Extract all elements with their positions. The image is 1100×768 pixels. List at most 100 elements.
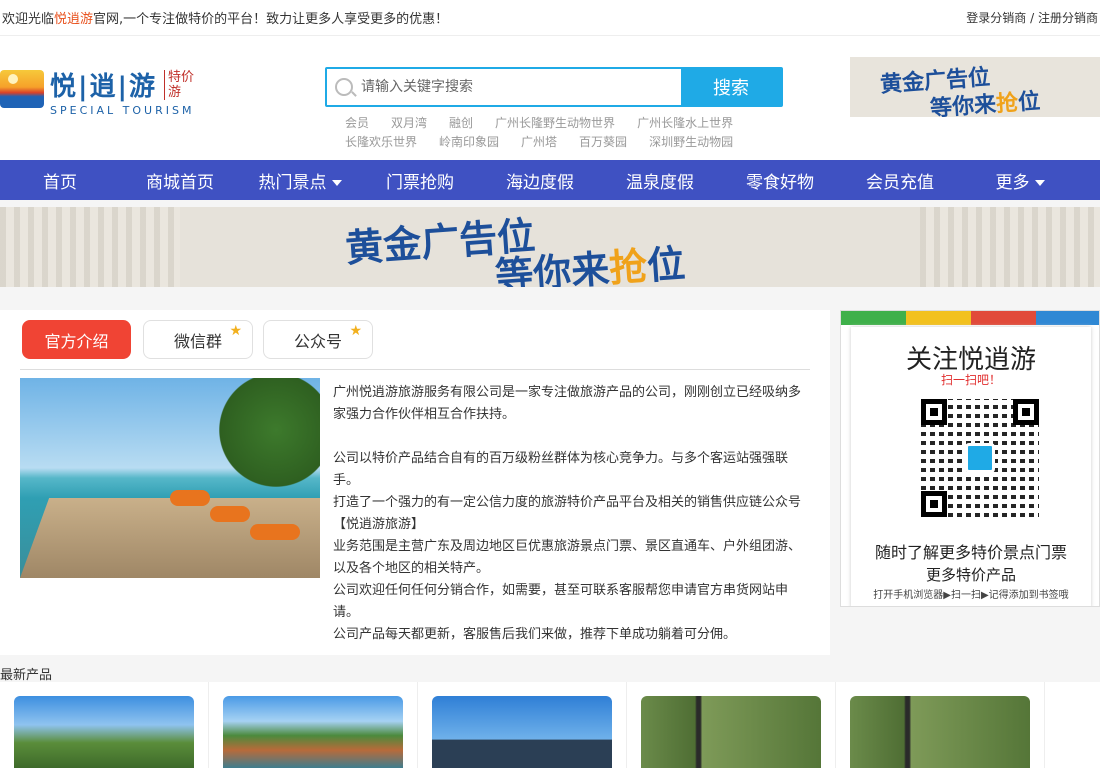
logo-name-en: SPECIAL TOURISM bbox=[50, 104, 195, 117]
resort-photo bbox=[20, 378, 320, 578]
ad-line2-c: 位 bbox=[1017, 89, 1041, 116]
nav-item-snacks[interactable]: 零食好物 bbox=[720, 168, 840, 193]
tab-label: 公众号 bbox=[293, 331, 342, 351]
nav-label: 零食好物 bbox=[746, 172, 814, 193]
distributor-links: 登录分销商 / 注册分销商 bbox=[966, 9, 1098, 26]
nav-label: 商城首页 bbox=[146, 172, 214, 193]
product-image[interactable] bbox=[223, 696, 403, 768]
tab-label: 官方介绍 bbox=[44, 331, 109, 351]
qr-finder bbox=[921, 491, 947, 517]
hot-keyword[interactable]: 百万葵园 bbox=[579, 135, 627, 149]
welcome-prefix: 欢迎光临 bbox=[2, 12, 55, 27]
lounge-chair bbox=[250, 524, 300, 540]
nav-item-hot-spring[interactable]: 温泉度假 bbox=[600, 168, 720, 193]
product-card[interactable] bbox=[418, 682, 627, 768]
header-ad-banner[interactable]: 黄金广告位 等你来抢位 bbox=[850, 57, 1100, 117]
hot-keyword[interactable]: 广州塔 bbox=[521, 135, 557, 149]
desc-paragraph: 业务范围是主营广东及周边地区巨优惠旅游景点门票、景区直通车、户外组团游、以及各个… bbox=[333, 539, 802, 576]
nav-item-seaside[interactable]: 海边度假 bbox=[480, 168, 600, 193]
banner-line2-a: 等你来 bbox=[493, 246, 611, 287]
banner-line2-c: 位 bbox=[645, 241, 687, 287]
nav-item-hot-spots[interactable]: 热门景点 bbox=[240, 168, 360, 193]
product-card[interactable] bbox=[209, 682, 418, 768]
login-distributor-link[interactable]: 登录分销商 bbox=[966, 11, 1026, 25]
hot-keyword[interactable]: 会员 bbox=[345, 116, 369, 130]
hot-keyword[interactable]: 广州长隆野生动物世界 bbox=[495, 116, 615, 130]
link-separator: / bbox=[1030, 11, 1035, 25]
desc-paragraph: 公司以特价产品结合自有的百万级粉丝群体为核心竞争力。与多个客运站强强联手。 bbox=[333, 451, 789, 488]
ad-line2-a: 等你来 bbox=[929, 92, 998, 117]
search-input[interactable] bbox=[361, 69, 681, 105]
qr-finder bbox=[1013, 399, 1039, 425]
qr-line1: 随时了解更多特价景点门票 bbox=[874, 543, 1067, 562]
welcome-brand[interactable]: 悦逍游 bbox=[54, 12, 93, 27]
hot-keyword[interactable]: 长隆欢乐世界 bbox=[345, 135, 417, 149]
nav-label: 会员充值 bbox=[866, 172, 934, 193]
qr-line2: 更多特价产品 bbox=[925, 566, 1016, 584]
welcome-text: 欢迎光临悦逍游官网,一个专注做特价的平台！致力让更多人享受更多的优惠！ bbox=[2, 8, 448, 27]
desc-paragraph: 广州悦逍游旅游服务有限公司是一家专注做旅游产品的公司，刚刚创立已经吸纳多家强力合… bbox=[333, 385, 802, 422]
star-icon: ★ bbox=[229, 323, 242, 339]
qr-card: 关注悦逍游 扫一扫吧！ 随时了解更多特价景点门票 更多特价产品 打开手机浏览器▶… bbox=[851, 327, 1091, 606]
beach-logo-icon bbox=[0, 70, 44, 108]
tab-wechat-group[interactable]: 微信群 ★ bbox=[143, 320, 253, 359]
hot-keyword[interactable]: 深圳野生动物园 bbox=[649, 135, 733, 149]
hot-keyword[interactable]: 双月湾 bbox=[391, 116, 427, 130]
nav-label: 更多 bbox=[995, 172, 1030, 193]
hot-keyword[interactable]: 广州长隆水上世界 bbox=[637, 116, 733, 130]
hot-keyword[interactable]: 岭南印象园 bbox=[439, 135, 499, 149]
nav-item-ticket-rush[interactable]: 门票抢购 bbox=[360, 168, 480, 193]
color-ribbon bbox=[841, 311, 1099, 325]
qr-scan-hint: 扫一扫吧！ bbox=[940, 373, 1001, 387]
desc-paragraph: 打造了一个强力的有一定公信力度的旅游特价产品平台及相关的销售供应链公众号【悦逍游… bbox=[333, 495, 802, 532]
logo-name-cn: 悦|逍|游 bbox=[50, 72, 157, 102]
wide-ad-banner[interactable]: 黄金广告位 等你来抢位 bbox=[0, 207, 1100, 287]
top-bar: 欢迎光临悦逍游官网,一个专注做特价的平台！致力让更多人享受更多的优惠！ 登录分销… bbox=[0, 0, 1100, 36]
register-distributor-link[interactable]: 注册分销商 bbox=[1038, 11, 1098, 25]
tab-official-intro[interactable]: 官方介绍 bbox=[22, 320, 131, 359]
qr-logo-icon bbox=[965, 443, 995, 473]
site-logo[interactable]: 悦|逍|游 特价游 SPECIAL TOURISM bbox=[0, 64, 202, 120]
product-card[interactable] bbox=[627, 682, 836, 768]
product-list bbox=[0, 682, 1100, 768]
palm-tree bbox=[210, 378, 320, 508]
qr-follow-panel: 关注悦逍游 扫一扫吧！ 随时了解更多特价景点门票 更多特价产品 打开手机浏览器▶… bbox=[840, 310, 1100, 607]
search-icon bbox=[335, 78, 353, 96]
search-box: 搜索 bbox=[325, 67, 783, 107]
nav-label: 热门景点 bbox=[258, 172, 327, 193]
hot-keywords: 会员 双月湾 融创 广州长隆野生动物世界 广州长隆水上世界 长隆欢乐世界 岭南印象园 广州塔… bbox=[345, 114, 765, 152]
header: 悦|逍|游 特价游 SPECIAL TOURISM 搜索 会员 双月湾 融创 广州长隆… bbox=[0, 36, 1100, 160]
banner-decoration bbox=[0, 207, 180, 287]
hot-keyword[interactable]: 融创 bbox=[449, 116, 473, 130]
star-icon: ★ bbox=[349, 323, 362, 339]
product-image[interactable] bbox=[432, 696, 612, 768]
company-description: 广州悦逍游旅游服务有限公司是一家专注做旅游产品的公司，刚刚创立已经吸纳多家强力合… bbox=[333, 382, 803, 646]
product-card[interactable] bbox=[0, 682, 209, 768]
nav-item-mall-home[interactable]: 商城首页 bbox=[120, 168, 240, 193]
nav-item-membership[interactable]: 会员充值 bbox=[840, 168, 960, 193]
qr-finder bbox=[921, 399, 947, 425]
lounge-chair bbox=[210, 506, 250, 522]
about-section: 官方介绍 微信群 ★ 公众号 ★ 广州悦逍游旅游服务有限公司是一家专注做旅游产品的公… bbox=[0, 310, 830, 655]
chevron-down-icon bbox=[1034, 179, 1045, 186]
divider bbox=[20, 369, 810, 370]
search-button[interactable]: 搜索 bbox=[681, 69, 781, 105]
latest-products-title: 最新产品 bbox=[0, 668, 53, 683]
chevron-down-icon bbox=[331, 179, 342, 186]
welcome-suffix: 官网,一个专注做特价的平台！致力让更多人享受更多的优惠！ bbox=[93, 12, 449, 27]
product-card[interactable] bbox=[836, 682, 1045, 768]
desc-paragraph: 公司欢迎任何任何分销合作，如需要，甚至可联系客服帮您申请官方串货网站申请。 bbox=[333, 583, 789, 620]
qr-line3: 打开手机浏览器▶扫一扫▶记得添加到书签哦 bbox=[873, 590, 1069, 601]
product-image[interactable] bbox=[14, 696, 194, 768]
tab-label: 微信群 bbox=[173, 331, 222, 351]
nav-item-more[interactable]: 更多 bbox=[960, 168, 1080, 193]
nav-label: 首页 bbox=[43, 172, 77, 193]
nav-item-home[interactable]: 首页 bbox=[0, 168, 120, 193]
desc-paragraph: 公司产品每天都更新，客服售后我们来做，推荐下单成功躺着可分佣。 bbox=[333, 627, 737, 642]
product-image[interactable] bbox=[850, 696, 1030, 768]
product-image[interactable] bbox=[641, 696, 821, 768]
tab-official-account[interactable]: 公众号 ★ bbox=[263, 320, 373, 359]
nav-label: 门票抢购 bbox=[386, 172, 454, 193]
nav-label: 温泉度假 bbox=[626, 172, 694, 193]
nav-label: 海边度假 bbox=[506, 172, 574, 193]
